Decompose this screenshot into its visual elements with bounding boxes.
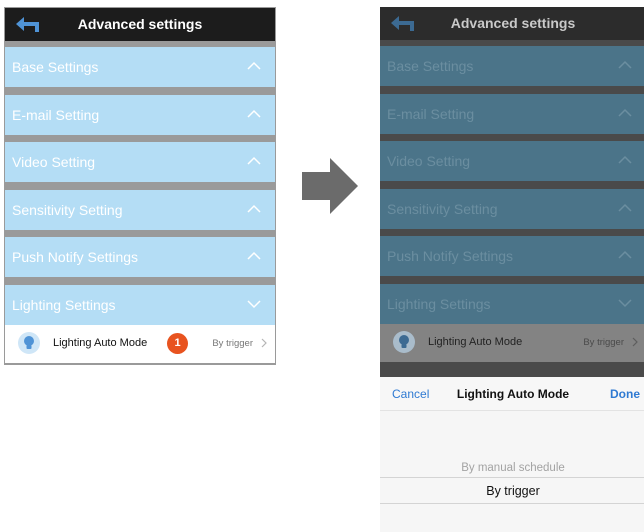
- chevron-up-icon: [247, 252, 261, 260]
- section-base-settings: Base Settings: [380, 46, 644, 86]
- chevron-up-icon: [618, 156, 632, 164]
- section-label: Push Notify Settings: [12, 249, 139, 266]
- header-bar: Advanced settings: [5, 8, 275, 41]
- selection-divider: [380, 477, 644, 478]
- section-lighting-settings[interactable]: Lighting Settings: [5, 284, 275, 325]
- chevron-up-icon: [618, 203, 632, 212]
- lighting-auto-mode-label: Lighting Auto Mode: [428, 335, 523, 348]
- section-lighting-settings: Lighting Settings: [380, 283, 644, 324]
- lighting-auto-mode-row: Lighting Auto Mode By trigger: [380, 323, 644, 362]
- picker-option-selected[interactable]: By trigger: [380, 484, 644, 498]
- section-label: E-mail Setting: [12, 106, 100, 123]
- section-push-notify-settings[interactable]: Push Notify Settings: [5, 237, 275, 278]
- mode-picker-sheet: Cancel Lighting Auto Mode Done By manual…: [380, 377, 644, 532]
- section-label: Sensitivity Setting: [12, 201, 123, 218]
- mode-picker-wheel[interactable]: By manual schedule By trigger: [380, 411, 644, 532]
- section-push-notify-settings: Push Notify Settings: [380, 236, 644, 277]
- section-label: Video Setting: [387, 153, 471, 170]
- chevron-up-icon: [247, 204, 261, 213]
- chevron-down-icon: [247, 300, 261, 309]
- section-label: Lighting Settings: [12, 296, 116, 313]
- selection-divider: [380, 503, 644, 504]
- transition-arrow-icon: [302, 158, 358, 214]
- right-screen: Advanced settings Base Settings E-mail S…: [380, 7, 644, 532]
- section-video-setting: Video Setting: [380, 141, 644, 182]
- page-title: Advanced settings: [77, 16, 203, 32]
- chevron-down-icon: [618, 299, 632, 308]
- section-label: Base Settings: [12, 59, 99, 75]
- picker-toolbar: Cancel Lighting Auto Mode Done: [380, 377, 644, 411]
- section-label: Video Setting: [12, 154, 96, 171]
- chevron-up-icon: [618, 251, 632, 259]
- lightbulb-icon: [18, 331, 40, 354]
- picker-title: Lighting Auto Mode: [456, 387, 570, 401]
- section-label: E-mail Setting: [387, 105, 475, 122]
- lighting-auto-mode-label: Lighting Auto Mode: [53, 336, 148, 349]
- lighting-auto-mode-value: By trigger: [212, 337, 253, 349]
- section-sensitivity-setting[interactable]: Sensitivity Setting: [5, 189, 275, 230]
- chevron-up-icon: [247, 157, 261, 165]
- settings-accordion: Base Settings E-mail Setting Video Setti…: [380, 40, 644, 362]
- section-email-setting[interactable]: E-mail Setting: [5, 94, 275, 135]
- chevron-up-icon: [247, 61, 261, 70]
- chevron-up-icon: [618, 60, 632, 69]
- lighting-auto-mode-value: By trigger: [583, 336, 624, 348]
- chevron-right-icon: [632, 337, 638, 347]
- section-sensitivity-setting: Sensitivity Setting: [380, 188, 644, 229]
- section-video-setting[interactable]: Video Setting: [5, 142, 275, 183]
- page-title: Advanced settings: [450, 15, 576, 31]
- header-bar: Advanced settings: [380, 7, 644, 40]
- section-base-settings[interactable]: Base Settings: [5, 47, 275, 87]
- section-label: Push Notify Settings: [387, 248, 514, 265]
- section-label: Lighting Settings: [387, 295, 491, 312]
- settings-accordion: Base Settings E-mail Setting Video Setti…: [5, 41, 275, 363]
- section-label: Sensitivity Setting: [387, 200, 498, 217]
- done-button[interactable]: Done: [610, 387, 640, 401]
- chevron-up-icon: [247, 109, 261, 118]
- chevron-right-icon: [261, 338, 267, 348]
- step-badge: 1: [167, 332, 188, 354]
- section-email-setting: E-mail Setting: [380, 93, 644, 134]
- chevron-up-icon: [618, 108, 632, 117]
- picker-option[interactable]: By manual schedule: [380, 462, 644, 474]
- lightbulb-icon: [393, 330, 415, 353]
- section-label: Base Settings: [387, 58, 474, 74]
- left-screen: Advanced settings Base Settings E-mail S…: [4, 7, 276, 365]
- lighting-auto-mode-row[interactable]: Lighting Auto Mode 1 By trigger: [5, 324, 275, 363]
